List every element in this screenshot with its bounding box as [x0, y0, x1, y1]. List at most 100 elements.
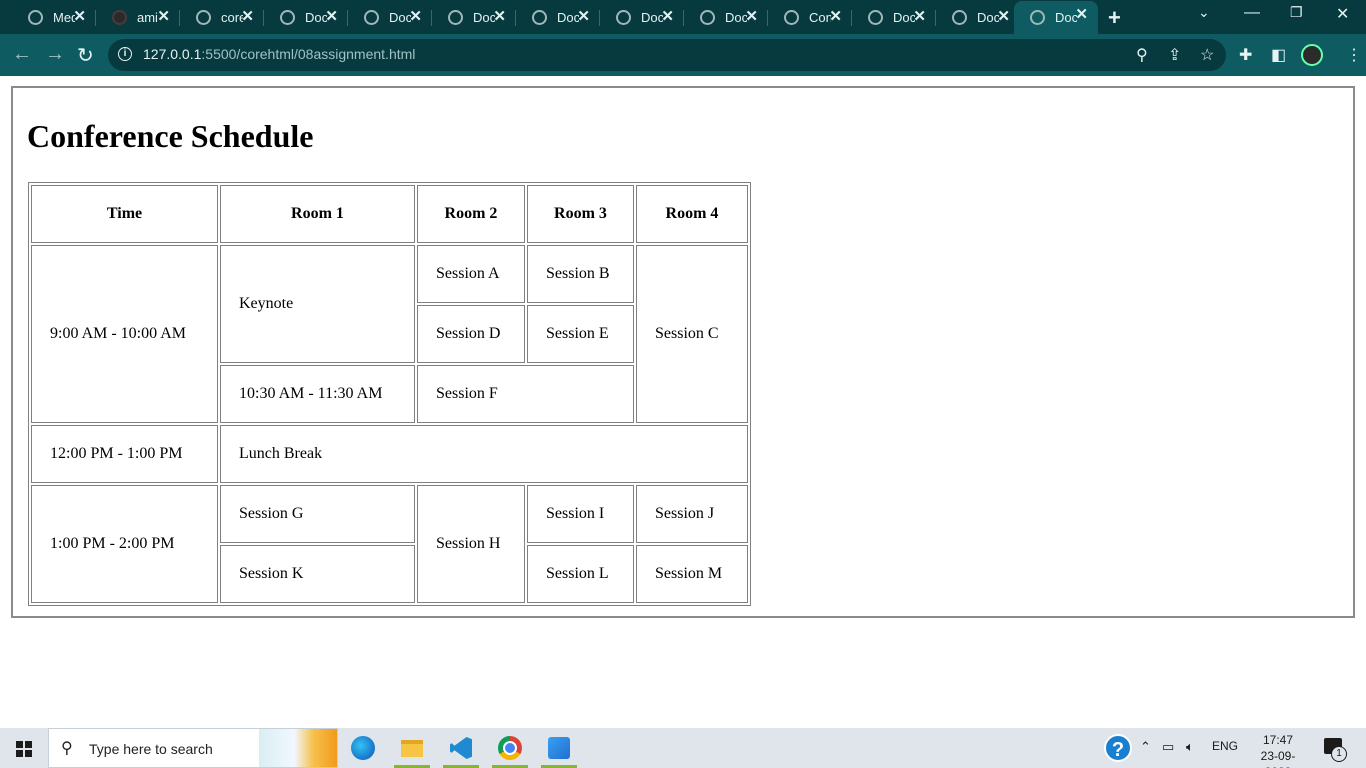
page-title: Conference Schedule — [27, 118, 314, 154]
close-icon[interactable]: ✕ — [241, 7, 254, 25]
cell-session-g: Session G — [220, 485, 415, 543]
tab-title: ami — [137, 9, 158, 25]
cell-session-c: Session C — [636, 245, 748, 423]
minimize-button[interactable]: — — [1244, 4, 1260, 22]
restore-button[interactable]: ❐ — [1290, 4, 1303, 21]
close-icon[interactable]: ✕ — [829, 7, 842, 25]
header-room-2: Room 2 — [417, 185, 525, 243]
clock[interactable]: 17:47 23-09-2023 — [1248, 732, 1308, 768]
tab-title: Doc — [893, 9, 915, 25]
schedule-table: Time Room 1 Room 2 Room 3 Room 4 9:00 AM… — [28, 182, 751, 606]
close-icon[interactable]: ✕ — [997, 7, 1010, 25]
tab-8[interactable]: Doc ✕ — [600, 3, 684, 31]
tab-9[interactable]: Doc ✕ — [684, 3, 768, 31]
close-window-button[interactable]: ✕ — [1336, 4, 1349, 24]
globe-icon — [700, 9, 715, 25]
close-icon[interactable]: ✕ — [325, 7, 338, 25]
photos-app-icon[interactable] — [539, 728, 579, 768]
tab-title: Doc — [1055, 10, 1077, 25]
tab-6[interactable]: Doc ✕ — [432, 3, 516, 31]
globe-icon — [616, 9, 631, 25]
close-icon[interactable]: ✕ — [493, 7, 506, 25]
page-viewport: Conference Schedule Time Room 1 Room 2 R… — [0, 76, 1366, 728]
help-icon[interactable]: ? — [1104, 734, 1132, 762]
header-room-1: Room 1 — [220, 185, 415, 243]
language-indicator[interactable]: ENG — [1212, 739, 1238, 753]
chrome-app-icon[interactable] — [490, 728, 530, 768]
globe-icon — [448, 9, 463, 25]
tab-5[interactable]: Doc ✕ — [348, 3, 432, 31]
cell-session-k: Session K — [220, 545, 415, 603]
zoom-icon[interactable]: ⚲ — [1136, 45, 1148, 65]
close-icon[interactable]: ✕ — [1075, 5, 1088, 23]
browser-toolbar: ← → ↻ i 127.0.0.1:5500/corehtml/08assign… — [0, 34, 1366, 76]
tab-11[interactable]: Doc ✕ — [852, 3, 936, 31]
taskbar-search[interactable]: ⚲ Type here to search — [48, 728, 338, 768]
close-icon[interactable]: ✕ — [745, 7, 758, 25]
tab-7[interactable]: Doc ✕ — [516, 3, 600, 31]
close-icon[interactable]: ✕ — [409, 7, 422, 25]
globe-icon — [364, 9, 379, 25]
tab-12[interactable]: Doc ✕ — [936, 3, 1020, 31]
url-host: 127.0.0.1 — [143, 46, 202, 62]
cell-time-slot-2: 10:30 AM - 11:30 AM — [220, 365, 415, 423]
forward-button[interactable]: → — [45, 43, 65, 66]
chevron-down-icon[interactable]: ⌄ — [1198, 4, 1210, 21]
tab-10[interactable]: Con ✕ — [768, 3, 852, 31]
side-panel-icon[interactable]: ◧ — [1271, 45, 1286, 65]
volume-icon[interactable]: 🔈︎ — [1186, 739, 1194, 755]
tab-title: Doc — [305, 9, 327, 25]
close-icon[interactable]: ✕ — [577, 7, 590, 25]
notification-count: 1 — [1331, 746, 1347, 762]
clock-date: 23-09-2023 — [1260, 749, 1296, 768]
cell-session-f: Session F — [417, 365, 634, 423]
share-icon[interactable]: ⇪ — [1168, 45, 1181, 65]
battery-icon[interactable]: ▭ — [1162, 739, 1174, 755]
tab-title: Doc — [977, 9, 999, 25]
bookmark-star-icon[interactable]: ☆ — [1200, 45, 1214, 65]
cell-time-slot-1: 9:00 AM - 10:00 AM — [31, 245, 218, 423]
cell-keynote: Keynote — [220, 245, 415, 363]
tab-strip: Med ✕ ami ✕ core ✕ Doc ✕ Doc ✕ Doc ✕ Doc ✕ Doc ✕… — [0, 0, 1366, 34]
menu-kebab-icon[interactable]: ⋮ — [1346, 45, 1362, 65]
profile-avatar[interactable] — [1301, 44, 1323, 66]
reload-button[interactable]: ↻ — [77, 43, 94, 68]
extensions-icon[interactable]: ✚ — [1239, 45, 1252, 65]
clock-time: 17:47 — [1262, 733, 1294, 747]
file-explorer-icon[interactable] — [392, 728, 432, 768]
cell-lunch-time: 12:00 PM - 1:00 PM — [31, 425, 218, 483]
cell-session-m: Session M — [636, 545, 748, 603]
new-tab-button[interactable]: + — [1108, 5, 1121, 31]
cell-session-b: Session B — [527, 245, 634, 303]
back-button[interactable]: ← — [12, 43, 32, 66]
taskbar: ⚲ Type here to search ? ⌃ ▭ 🔈︎ ENG 17:47… — [0, 728, 1366, 768]
tab-4[interactable]: Doc ✕ — [264, 3, 348, 31]
tab-2[interactable]: ami ✕ — [96, 3, 180, 31]
search-highlight-art — [259, 729, 337, 767]
tab-3[interactable]: core ✕ — [180, 3, 264, 31]
tab-1[interactable]: Med ✕ — [12, 3, 96, 31]
close-icon[interactable]: ✕ — [661, 7, 674, 25]
url-text[interactable]: 127.0.0.1:5500/corehtml/08assignment.htm… — [143, 46, 415, 62]
globe-icon — [1030, 10, 1045, 25]
close-icon[interactable]: ✕ — [73, 7, 86, 25]
close-icon[interactable]: ✕ — [157, 7, 170, 25]
page-frame: Conference Schedule Time Room 1 Room 2 R… — [11, 86, 1355, 618]
header-time: Time — [31, 185, 218, 243]
cell-lunch-break: Lunch Break — [220, 425, 748, 483]
windows-start-icon[interactable] — [16, 741, 32, 757]
vscode-app-icon[interactable] — [441, 728, 481, 768]
url-path: :5500/corehtml/08assignment.html — [201, 46, 416, 62]
chevron-up-icon[interactable]: ⌃ — [1140, 739, 1151, 755]
close-icon[interactable]: ✕ — [913, 7, 926, 25]
tab-title: Doc — [641, 9, 663, 25]
tab-title: Doc — [557, 9, 579, 25]
globe-icon — [952, 9, 967, 25]
tab-title: Med — [53, 9, 75, 25]
header-room-3: Room 3 — [527, 185, 634, 243]
tab-13-active[interactable]: Doc ✕ — [1014, 1, 1098, 34]
edge-app-icon[interactable] — [343, 728, 383, 768]
address-bar[interactable]: i 127.0.0.1:5500/corehtml/08assignment.h… — [108, 39, 1226, 71]
globe-icon — [280, 9, 295, 25]
info-icon[interactable]: i — [118, 47, 132, 61]
